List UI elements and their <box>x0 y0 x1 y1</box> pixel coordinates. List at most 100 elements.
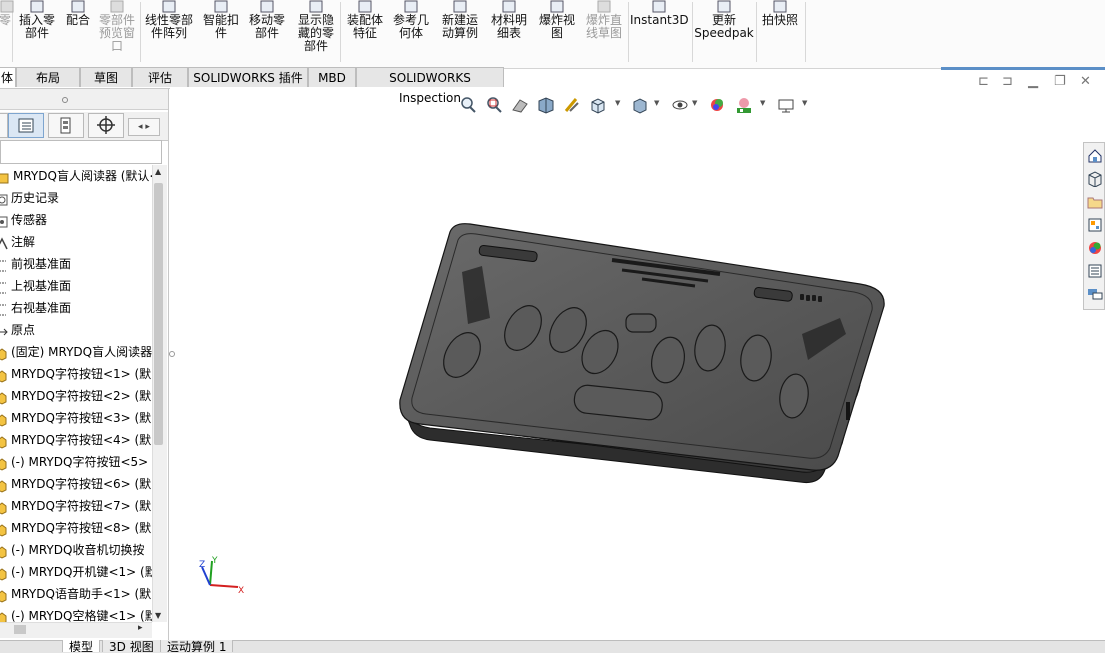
mate-button[interactable]: 配合 <box>63 0 93 66</box>
hide-show-items-icon[interactable] <box>670 95 690 115</box>
property-manager-tab-icon[interactable] <box>48 113 84 138</box>
dropdown-arrow-icon[interactable]: ▼ <box>654 99 659 107</box>
zoom-to-fit-icon[interactable] <box>458 95 478 115</box>
ribbon-tab[interactable]: MBD <box>308 67 356 87</box>
next-document-icon[interactable]: ⊐ <box>1002 74 1013 89</box>
close-icon[interactable]: ✕ <box>1080 74 1091 89</box>
tree-scroll-thumb[interactable] <box>154 183 163 445</box>
tree-item[interactable]: MRYDQ字符按钮<3> (默 <box>0 407 151 429</box>
smart-fasteners-button[interactable]: 智能扣件 <box>200 0 242 66</box>
display-style-icon[interactable] <box>630 95 650 115</box>
new-motion-study-button[interactable]: 新建运动算例 <box>438 0 482 66</box>
braille-reader-model[interactable] <box>390 210 900 510</box>
zoom-to-area-icon[interactable] <box>484 95 504 115</box>
tree-item[interactable]: 前视基准面 <box>0 253 71 275</box>
partial-tab-icon[interactable] <box>0 113 8 138</box>
part-icon <box>0 456 8 471</box>
tree-item[interactable]: (-) MRYDQ空格键<1> (默 <box>0 605 152 622</box>
ribbon-separator <box>340 2 341 62</box>
tree-item[interactable]: (-) MRYDQ收音机切换按 <box>0 539 144 561</box>
feature-manager-tab-icon[interactable] <box>8 113 44 138</box>
apply-scene-icon[interactable] <box>734 95 754 115</box>
tab-scroll-arrows[interactable]: ◂ ▸ <box>128 118 160 136</box>
scroll-right-icon[interactable]: ▸ <box>138 623 143 633</box>
configuration-manager-tab-icon[interactable] <box>88 113 124 138</box>
ribbon-tab[interactable]: 草图 <box>80 67 132 87</box>
previous-view-icon[interactable] <box>510 95 530 115</box>
custom-properties-icon[interactable] <box>1087 263 1103 279</box>
tree-item[interactable]: MRYDQ字符按钮<6> (默 <box>0 473 151 495</box>
view-orientation-icon[interactable] <box>588 95 608 115</box>
instant3d-button[interactable]: Instant3D <box>630 0 689 66</box>
dropdown-arrow-icon[interactable]: ▼ <box>760 99 765 107</box>
scroll-up-icon[interactable]: ▲ <box>155 167 161 176</box>
part-icon <box>0 390 8 405</box>
dropdown-arrow-icon[interactable]: ▼ <box>692 99 697 107</box>
move-component-button[interactable]: 移动零部件 <box>246 0 288 66</box>
file-explorer-icon[interactable] <box>1087 194 1103 210</box>
document-tab[interactable]: 模型 <box>62 640 101 652</box>
tree-item[interactable]: (-) MRYDQ开机键<1> (默 <box>0 561 152 583</box>
dropdown-arrow-icon[interactable]: ▼ <box>802 99 807 107</box>
tree-item-label: 前视基准面 <box>11 257 72 271</box>
document-tab[interactable]: 运动算例 1 <box>160 640 234 652</box>
view-palette-icon[interactable] <box>1087 217 1103 233</box>
resources-home-icon[interactable] <box>1087 148 1103 164</box>
tree-item[interactable]: 右视基准面 <box>0 297 71 319</box>
section-view-icon[interactable] <box>536 95 556 115</box>
minimize-icon[interactable]: ▁ <box>1028 74 1038 89</box>
ribbon-tab[interactable]: 布局 <box>16 67 80 87</box>
view-settings-icon[interactable] <box>776 95 796 115</box>
dropdown-arrow-icon[interactable]: ▼ <box>615 99 620 107</box>
tree-horizontal-scrollbar[interactable]: ▸ <box>0 622 152 638</box>
partial-left-label[interactable]: 零 <box>0 0 14 66</box>
tree-item[interactable]: MRYDQ字符按钮<4> (默 <box>0 429 151 451</box>
component-preview-button[interactable]: 零部件预览窗口 <box>96 0 138 66</box>
ribbon-button-label: 显示隐藏的零部件 <box>297 13 334 53</box>
take-snapshot-button[interactable]: 拍快照 <box>758 0 802 66</box>
update-speedpak-icon <box>717 0 731 13</box>
design-library-icon[interactable] <box>1087 171 1103 187</box>
exploded-view-button[interactable]: 爆炸视图 <box>536 0 578 66</box>
ribbon-tab[interactable]: 体 <box>0 67 16 87</box>
svg-text:X: X <box>238 586 244 596</box>
forum-icon[interactable] <box>1087 286 1103 302</box>
tree-item[interactable]: 传感器 <box>0 209 47 231</box>
dynamic-annotation-icon[interactable] <box>562 95 582 115</box>
explode-line-sketch-button[interactable]: 爆炸直线草图 <box>582 0 626 66</box>
tree-item[interactable]: MRYDQ字符按钮<8> (默 <box>0 517 151 539</box>
previous-document-icon[interactable]: ⊏ <box>978 74 989 89</box>
tree-item[interactable]: 原点 <box>0 319 35 341</box>
linear-pattern-button[interactable]: 线性零部件阵列 <box>144 0 194 66</box>
tree-item[interactable]: MRYDQ盲人阅读器 (默认<显 <box>0 165 152 187</box>
scroll-down-icon[interactable]: ▼ <box>155 611 161 620</box>
show-hidden-components-button[interactable]: 显示隐藏的零部件 <box>294 0 338 66</box>
tree-item[interactable]: MRYDQ字符按钮<7> (默 <box>0 495 151 517</box>
insert-component-button[interactable]: 插入零部件 <box>14 0 60 66</box>
document-tab[interactable]: 3D 视图 <box>102 640 161 652</box>
restore-icon[interactable]: ❐ <box>1054 74 1066 89</box>
bill-of-materials-button[interactable]: 材料明细表 <box>488 0 530 66</box>
tree-item[interactable]: (固定) MRYDQ盲人阅读器 <box>0 341 152 363</box>
reference-geometry-button[interactable]: 参考几何体 <box>390 0 432 66</box>
tree-item-label: MRYDQ字符按钮<4> (默 <box>11 433 152 447</box>
edit-appearance-icon[interactable] <box>708 95 728 115</box>
ribbon-tab[interactable]: 评估 <box>132 67 188 87</box>
tree-item[interactable]: MRYDQ字符按钮<2> (默 <box>0 385 151 407</box>
pane-collapse-handle[interactable] <box>168 348 176 360</box>
part-icon <box>0 544 8 559</box>
pane-splitter[interactable] <box>0 89 168 110</box>
tree-item[interactable]: MRYDQ语音助手<1> (默 <box>0 583 151 605</box>
tree-item[interactable]: 历史记录 <box>0 187 59 209</box>
tree-filter-input[interactable] <box>0 140 162 164</box>
tree-item[interactable]: (-) MRYDQ字符按钮<5> <box>0 451 148 473</box>
assembly-features-button[interactable]: 装配体特征 <box>344 0 386 66</box>
appearances-icon[interactable] <box>1087 240 1103 256</box>
ribbon-tab[interactable]: SOLIDWORKS 插件 <box>188 67 308 87</box>
tree-item[interactable]: 上视基准面 <box>0 275 71 297</box>
ribbon-tab[interactable]: SOLIDWORKS Inspection <box>356 67 504 105</box>
tree-item[interactable]: 注解 <box>0 231 35 253</box>
tree-item[interactable]: MRYDQ字符按钮<1> (默 <box>0 363 151 385</box>
hscroll-thumb[interactable] <box>14 625 26 634</box>
update-speedpak-button[interactable]: 更新Speedpak <box>694 0 754 66</box>
